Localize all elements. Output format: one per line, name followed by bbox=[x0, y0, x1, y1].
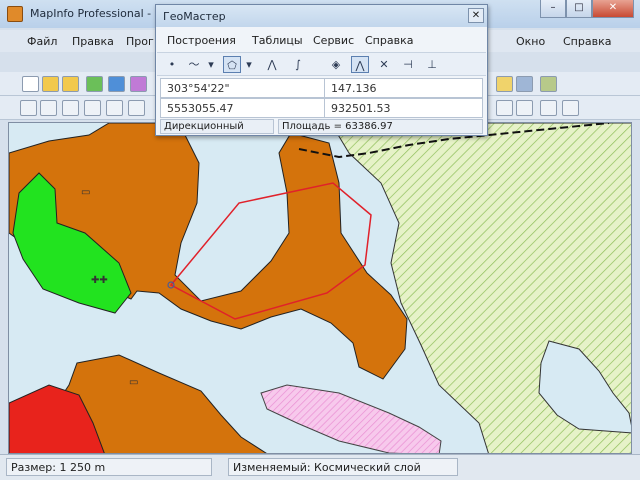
geomaster-title: ГеоМастер bbox=[163, 10, 226, 23]
row-divider bbox=[324, 79, 325, 97]
menu-window[interactable]: Окно bbox=[516, 35, 545, 48]
geomaster-titlebar[interactable]: ГеоМастер ✕ bbox=[156, 5, 487, 27]
geomaster-close-button[interactable]: ✕ bbox=[468, 8, 484, 23]
geomaster-panel: ГеоМастер ✕ Построения Таблицы Сервис Сп… bbox=[155, 4, 488, 136]
distance-value[interactable]: 147.136 bbox=[331, 82, 377, 95]
geomaster-row-coordinates: 5553055.47 932501.53 bbox=[160, 98, 483, 118]
app-title: MapInfo Professional - [ bbox=[30, 7, 159, 20]
polyline-icon[interactable]: 〜 bbox=[185, 56, 203, 73]
layout-icon[interactable] bbox=[130, 76, 147, 92]
perpendicular-icon[interactable]: ✕ bbox=[375, 56, 393, 73]
mapinfo-window: MapInfo Professional - [ – □ ✕ Файл Прав… bbox=[0, 0, 640, 480]
menu-edit[interactable]: Правка bbox=[72, 35, 114, 48]
map-label-mark: ✚✚ bbox=[91, 275, 108, 286]
graph-icon[interactable] bbox=[496, 76, 513, 92]
geomaster-menu-help[interactable]: Справка bbox=[365, 34, 413, 47]
angle-mode[interactable]: Дирекционный bbox=[160, 119, 274, 134]
zoom-in-icon[interactable] bbox=[128, 100, 145, 116]
workspace-icon[interactable] bbox=[108, 76, 125, 92]
node-icon[interactable]: ◈ bbox=[327, 56, 345, 73]
bearing-value[interactable]: 303°54'22" bbox=[167, 82, 230, 95]
pink-region[interactable] bbox=[260, 384, 442, 454]
geomaster-toolbar: • 〜 ▾ ⬠ ▾ ⋀ ∫ ◈ ⋀ ✕ ⊣ ⊥ bbox=[157, 52, 486, 76]
mapinfo-app-icon bbox=[7, 6, 23, 22]
geomaster-menu-constructions[interactable]: Построения bbox=[167, 34, 236, 47]
map-canvas[interactable]: ▭ ✚✚ ▭ bbox=[9, 123, 632, 454]
geomaster-menu-tables[interactable]: Таблицы bbox=[252, 34, 303, 47]
maximize-button[interactable]: □ bbox=[566, 0, 592, 18]
spline-icon[interactable]: ⋀ bbox=[263, 56, 281, 73]
hotlink-icon[interactable] bbox=[562, 100, 579, 116]
x-coordinate-value[interactable]: 5553055.47 bbox=[167, 102, 233, 115]
row-divider bbox=[324, 99, 325, 117]
polygon-icon[interactable]: ⬠ bbox=[223, 56, 241, 73]
geomaster-menu-service[interactable]: Сервис bbox=[313, 34, 354, 47]
menu-program[interactable]: Прог bbox=[126, 35, 154, 48]
status-bar: Размер: 1 250 m Изменяемый: Космический … bbox=[0, 454, 640, 480]
boundary-select-icon[interactable] bbox=[106, 100, 123, 116]
point-icon[interactable]: • bbox=[163, 56, 181, 73]
status-editable-layer[interactable]: Изменяемый: Космический слой bbox=[228, 458, 458, 476]
area-readout: Площадь = 63386.97 bbox=[278, 119, 483, 134]
marquee-select-icon[interactable] bbox=[40, 100, 57, 116]
status-scale: Размер: 1 250 m bbox=[6, 458, 212, 476]
menu-file[interactable]: Файл bbox=[27, 35, 57, 48]
vertex-icon[interactable]: ⋀ bbox=[351, 56, 369, 73]
window-controls: – □ ✕ bbox=[540, 0, 634, 18]
select-arrow-icon[interactable] bbox=[20, 100, 37, 116]
dropdown-icon[interactable]: ▾ bbox=[205, 56, 217, 73]
minimize-button[interactable]: – bbox=[540, 0, 566, 18]
radius-select-icon[interactable] bbox=[62, 100, 79, 116]
ruler-icon[interactable] bbox=[516, 100, 533, 116]
info-tool-icon[interactable] bbox=[540, 100, 557, 116]
base-icon[interactable]: ⊥ bbox=[423, 56, 441, 73]
geomaster-footer: Дирекционный Площадь = 63386.97 bbox=[160, 119, 483, 134]
browser-icon[interactable] bbox=[516, 76, 533, 92]
open-folder-icon[interactable] bbox=[42, 76, 59, 92]
dropdown-icon[interactable]: ▾ bbox=[243, 56, 255, 73]
polygon-select-icon[interactable] bbox=[84, 100, 101, 116]
split-icon[interactable]: ⊣ bbox=[399, 56, 417, 73]
menu-help[interactable]: Справка bbox=[563, 35, 611, 48]
geomaster-row-bearing: 303°54'22" 147.136 bbox=[160, 78, 483, 98]
map-window[interactable]: ▭ ✚✚ ▭ bbox=[8, 122, 632, 454]
close-button[interactable]: ✕ bbox=[592, 0, 634, 18]
new-document-icon[interactable] bbox=[22, 76, 39, 92]
map-window-icon[interactable] bbox=[86, 76, 103, 92]
map-label-mark: ▭ bbox=[81, 187, 90, 198]
geomaster-menubar: Построения Таблицы Сервис Справка bbox=[157, 32, 486, 50]
label-icon[interactable] bbox=[496, 100, 513, 116]
map-label-mark: ▭ bbox=[129, 377, 138, 388]
legend-icon[interactable] bbox=[540, 76, 557, 92]
y-coordinate-value[interactable]: 932501.53 bbox=[331, 102, 391, 115]
arc-icon[interactable]: ∫ bbox=[289, 56, 307, 73]
open-table-icon[interactable] bbox=[62, 76, 79, 92]
